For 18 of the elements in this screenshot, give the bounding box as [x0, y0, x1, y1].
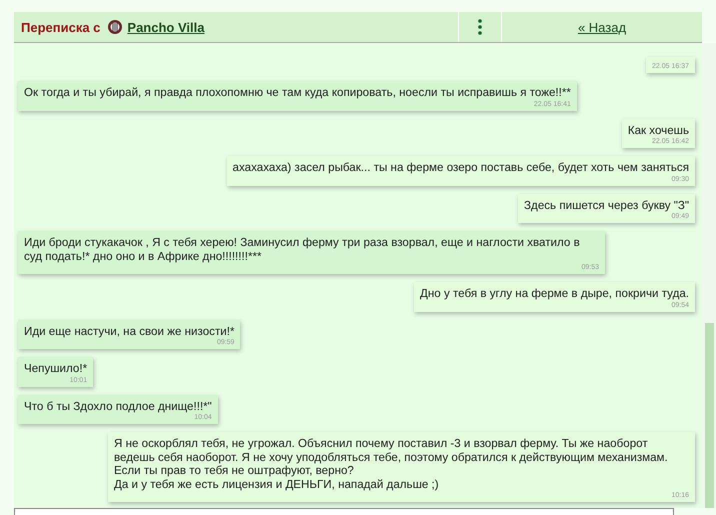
- message-text: Как хочешь: [628, 124, 689, 137]
- chat-title: Переписка с: [21, 20, 100, 34]
- message-text: Иди еще настучи, на свои же низости!*: [24, 324, 234, 338]
- message-text: Что б ты Здохло подлое днище!!!*": [24, 400, 212, 413]
- message-text: ахахахаха) засел рыбак... ты на ферме озеро поставь себе, будет хоть чем заняться: [232, 161, 689, 174]
- message-text: Ок тогда и ты убирай, я правда плохопомню че там куда копировать, ноесли ты исправишь я тоже!!**: [24, 86, 571, 100]
- message-text: Я не оскорблял тебя, не угрожал. Объяснил почему поставил -3 и взорвал ферму. Ты же наоборот ведешь себя наоборот. Я не хочу уподобляться тебе, поэтому обратился к действующим механизмам. Если ты прав то тебя не оштрафуют, верно? Да и у тебя же есть лицензия и ДЕНЬГИ, нападай дальше ;): [114, 437, 669, 491]
- message-input-field[interactable]: [14, 508, 674, 515]
- scrollbar-thumb[interactable]: [705, 323, 714, 508]
- message-text: Здесь пишется через букву "З": [524, 198, 689, 212]
- back-link[interactable]: « Назад: [501, 12, 702, 42]
- contact-link[interactable]: Pancho Villa: [127, 20, 204, 34]
- more-icon: [478, 19, 482, 35]
- scrollbar[interactable]: [703, 43, 716, 508]
- avatar-icon: [108, 20, 122, 34]
- message-text: Чепушило!*: [24, 362, 88, 376]
- message-text: Иди броди стукакачок , Я с тебя херею! Заминусил ферму три раза взорвал, еще и наглости хватило в суд подать!* дно оно и в Африке дно!!!!!!!!***: [24, 236, 581, 263]
- message-text: Дно у тебя в углу на ферме в дыре, покричи туда.: [420, 287, 689, 300]
